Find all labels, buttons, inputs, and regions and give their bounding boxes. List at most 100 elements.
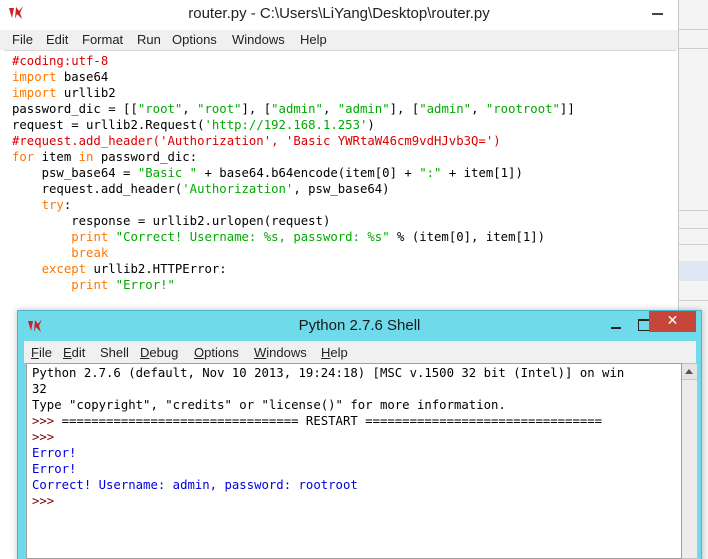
- code-line-token: psw_base64 =: [12, 166, 138, 180]
- editor-minimize-button[interactable]: [640, 2, 674, 24]
- code-line-token: urllib2.HTTPError:: [86, 262, 227, 276]
- editor-menu-help[interactable]: Help: [300, 31, 327, 49]
- code-line: for item in password_dic:: [12, 149, 197, 165]
- code-line-token: response = urllib2.urlopen(request): [12, 214, 331, 228]
- code-line-token: except: [41, 262, 87, 276]
- shell-output-line: Error!: [32, 445, 76, 461]
- editor-titlebar[interactable]: router.py - C:\Users\LiYang\Desktop\rout…: [0, 0, 678, 30]
- code-line-token: "admin": [337, 102, 390, 116]
- code-line-token: ,: [182, 102, 198, 116]
- code-line-token: ], [: [389, 102, 420, 116]
- code-line-token: ":": [419, 166, 442, 180]
- code-line-token: import: [12, 86, 57, 100]
- code-line: try:: [12, 197, 72, 213]
- code-line-token: "Error!": [115, 278, 175, 292]
- shell-menu-shell[interactable]: Shell: [100, 344, 129, 362]
- editor-menu-file[interactable]: File: [12, 31, 33, 49]
- code-line-token: [12, 278, 71, 292]
- code-line: print "Correct! Username: %s, password: …: [12, 229, 545, 245]
- shell-titlebar[interactable]: Python 2.7.6 Shell ✕: [18, 311, 701, 341]
- shell-menubar: File Edit Shell Debug Options Windows Help: [24, 341, 696, 363]
- code-line-token: [12, 246, 71, 260]
- shell-output-line: Python 2.7.6 (default, Nov 10 2013, 19:2…: [32, 365, 624, 381]
- code-line-token: print: [71, 230, 109, 244]
- code-line: request.add_header('Authorization', psw_…: [12, 181, 390, 197]
- shell-output-line-token: Error!: [32, 446, 77, 460]
- code-line-token: "admin": [419, 102, 472, 116]
- shell-output-line-token: 32: [32, 382, 47, 396]
- code-line-token: [12, 198, 42, 212]
- editor-menu-windows[interactable]: Windows: [232, 31, 285, 49]
- code-line-token: [12, 230, 71, 244]
- editor-menu-format[interactable]: Format: [82, 31, 123, 49]
- code-line-token: item: [34, 150, 79, 164]
- shell-output-line-token: Python 2.7.6 (default, Nov 10 2013, 19:2…: [32, 366, 625, 380]
- shell-output-line-token: ================================ RESTART…: [61, 414, 603, 428]
- code-line-token: , psw_base64): [293, 182, 390, 196]
- code-line-token: 'Authorization': [182, 182, 294, 196]
- shell-output-line: Type "copyright", "credits" or "license(…: [32, 397, 506, 413]
- editor-window-title: router.py - C:\Users\LiYang\Desktop\rout…: [188, 5, 490, 22]
- code-line-token: request = urllib2.Request(: [12, 118, 205, 132]
- code-line: response = urllib2.urlopen(request): [12, 213, 330, 229]
- code-line-token: break: [71, 246, 109, 260]
- code-line-token: #request.add_header('Authorization', 'Ba…: [12, 134, 501, 148]
- code-line-token: ): [367, 118, 375, 132]
- shell-vertical-scrollbar[interactable]: [682, 363, 698, 559]
- code-line-token: [12, 262, 42, 276]
- code-line-token: "Basic ": [137, 166, 198, 180]
- code-line-token: [108, 230, 115, 244]
- shell-output-line: Error!: [32, 461, 76, 477]
- code-line: import base64: [12, 69, 108, 85]
- code-line-token: [108, 278, 115, 292]
- shell-output-line-token: >>>: [32, 414, 62, 428]
- editor-menu-run[interactable]: Run: [137, 31, 161, 49]
- code-line-token: "rootroot": [485, 102, 560, 116]
- shell-minimize-button[interactable]: [602, 314, 630, 336]
- code-line-token: import: [12, 70, 57, 84]
- shell-output-line-token: >>>: [32, 430, 55, 444]
- code-line-token: ,: [322, 102, 338, 116]
- code-line-token: urllib2: [56, 86, 116, 100]
- code-line-token: for: [12, 150, 35, 164]
- code-line-token: + item[1]): [441, 166, 523, 180]
- shell-menu-help[interactable]: Help: [321, 344, 348, 362]
- shell-output-line: Correct! Username: admin, password: root…: [32, 477, 358, 493]
- code-line: #coding:utf-8: [12, 53, 108, 69]
- shell-window-title: Python 2.7.6 Shell: [298, 317, 421, 334]
- editor-menu-options[interactable]: Options: [172, 31, 217, 49]
- code-line-token: 'http://192.168.1.253': [204, 118, 368, 132]
- code-line: except urllib2.HTTPError:: [12, 261, 227, 277]
- scroll-up-arrow-icon[interactable]: [682, 364, 697, 380]
- shell-output-line-token: Correct! Username: admin, password: root…: [32, 478, 358, 492]
- code-line-token: in: [78, 150, 94, 164]
- code-line-token: request.add_header(: [12, 182, 183, 196]
- code-line: request = urllib2.Request('http://192.16…: [12, 117, 375, 133]
- editor-menu-edit[interactable]: Edit: [46, 31, 68, 49]
- shell-output-line-token: >>>: [32, 494, 55, 508]
- editor-menubar: File Edit Format Run Options Windows Hel…: [0, 30, 678, 50]
- code-line-token: ]]: [559, 102, 575, 116]
- shell-menu-debug[interactable]: Debug: [140, 344, 178, 362]
- code-line-token: % (item[0], item[1]): [389, 230, 546, 244]
- code-line-token: + base64.b64encode(item[0] +: [197, 166, 420, 180]
- code-line: psw_base64 = "Basic " + base64.b64encode…: [12, 165, 523, 181]
- code-line: print "Error!": [12, 277, 175, 293]
- shell-output-line: 32: [32, 381, 47, 397]
- code-line-token: #coding:utf-8: [12, 54, 109, 68]
- shell-menu-options[interactable]: Options: [194, 344, 239, 362]
- shell-output-line: >>>: [32, 429, 54, 445]
- shell-close-button[interactable]: ✕: [649, 311, 696, 332]
- code-line-token: "root": [197, 102, 242, 116]
- shell-output-line-token: Type "copyright", "credits" or "license(…: [32, 398, 506, 412]
- code-line-token: "Correct! Username: %s, password: %s": [115, 230, 390, 244]
- shell-output-area[interactable]: Python 2.7.6 (default, Nov 10 2013, 19:2…: [26, 363, 682, 559]
- shell-menu-windows[interactable]: Windows: [254, 344, 307, 362]
- shell-output-line: >>>: [32, 493, 54, 509]
- code-line-token: ], [: [241, 102, 272, 116]
- code-line-token: :: [63, 198, 72, 212]
- shell-menu-edit[interactable]: Edit: [63, 344, 85, 362]
- shell-menu-file[interactable]: File: [31, 344, 52, 362]
- shell-output-line: >>> ================================ RES…: [32, 413, 602, 429]
- code-line-token: password_dic = [[: [12, 102, 138, 116]
